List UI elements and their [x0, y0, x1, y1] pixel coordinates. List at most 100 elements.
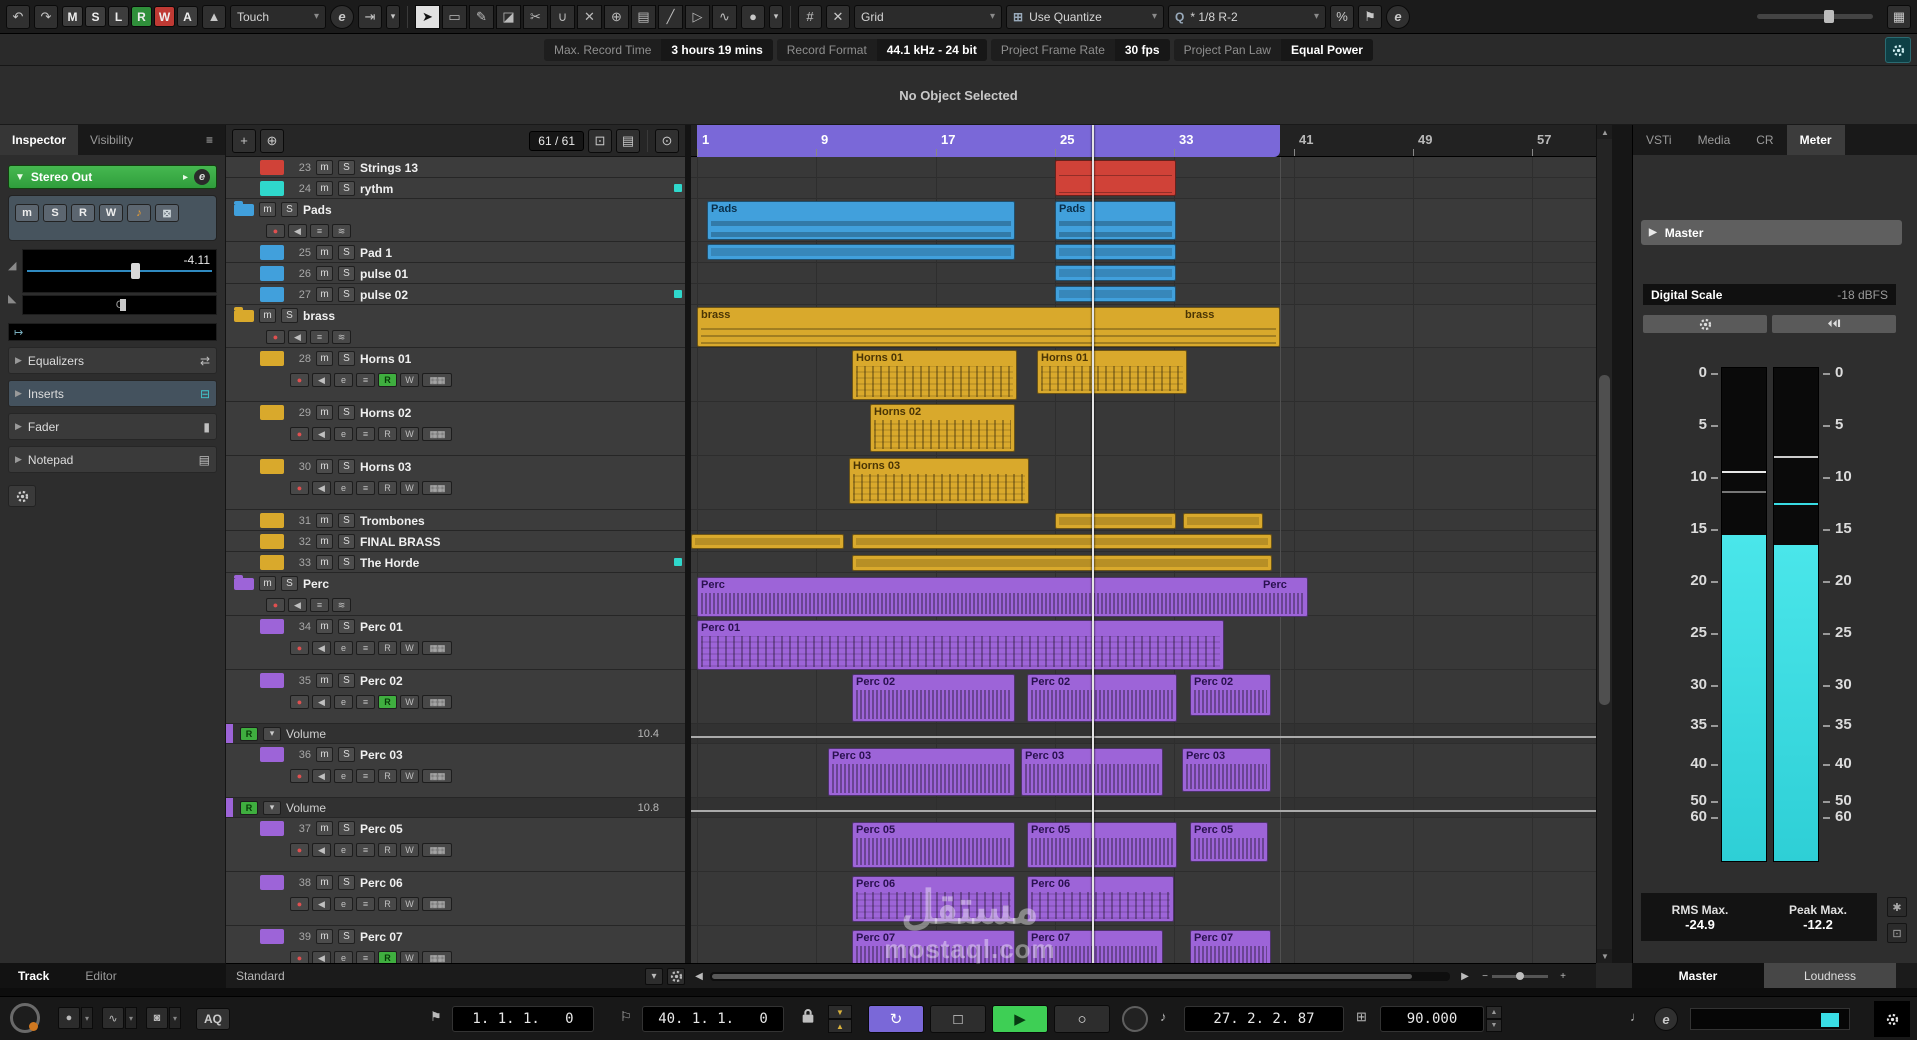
- read-button[interactable]: R: [378, 843, 397, 857]
- solo-button[interactable]: S: [338, 929, 355, 944]
- track-perc-01[interactable]: 34 m S Perc 01 ● ◀ e ≡ R W ▦▦: [226, 616, 685, 670]
- write-button[interactable]: W: [400, 373, 419, 387]
- scroll-right-icon[interactable]: ▶: [1456, 968, 1474, 985]
- playhead[interactable]: [1092, 125, 1094, 963]
- lanes-button[interactable]: ≡: [356, 769, 375, 783]
- record-arm-button[interactable]: ●: [290, 481, 309, 495]
- automation-panel-icon[interactable]: ▲: [202, 4, 226, 29]
- solo-button[interactable]: S: [338, 181, 355, 196]
- track-preset-label[interactable]: Standard: [236, 969, 285, 983]
- mute-button[interactable]: m: [316, 245, 333, 260]
- edit-button[interactable]: e: [334, 373, 353, 387]
- spin-up-icon[interactable]: ▲: [1486, 1006, 1502, 1019]
- mute-button[interactable]: m: [259, 202, 276, 217]
- track-horns-03[interactable]: 30 m S Horns 03 ● ◀ e ≡ R W ▦▦: [226, 456, 685, 510]
- monitor-button[interactable]: ◀: [288, 598, 307, 612]
- record-arm-button[interactable]: ●: [266, 330, 285, 344]
- solo-button[interactable]: S: [338, 405, 355, 420]
- track-perc-02[interactable]: 35 m S Perc 02 ● ◀ e ≡ R W ▦▦: [226, 670, 685, 724]
- mute-button[interactable]: m: [316, 405, 333, 420]
- tempo-grid-icon[interactable]: ⊞: [1356, 1009, 1367, 1025]
- toolbar-state-w-button[interactable]: W: [154, 6, 175, 27]
- pan-control[interactable]: C: [22, 295, 217, 315]
- track-pulse-02[interactable]: 27 m Spulse 02: [226, 284, 685, 305]
- input-transform-button[interactable]: ▦▦: [422, 951, 452, 963]
- input-transform-button[interactable]: ▦▦: [422, 427, 452, 441]
- mute-button[interactable]: m: [316, 555, 333, 570]
- horizontal-scroll-thumb[interactable]: [712, 974, 1412, 979]
- color-tool-icon[interactable]: ●: [741, 4, 765, 29]
- tool-button-9[interactable]: ╱: [658, 4, 683, 29]
- cycle-button[interactable]: ↻: [868, 1005, 924, 1033]
- monitor-button[interactable]: ◀: [288, 224, 307, 238]
- tempo-spinner[interactable]: ▲ ▼: [1486, 1006, 1502, 1032]
- tool-button-5[interactable]: ∪: [550, 4, 575, 29]
- clip-perc-05-25[interactable]: Perc 05: [852, 822, 1015, 868]
- write-button[interactable]: W: [400, 695, 419, 709]
- mute-button[interactable]: m: [316, 534, 333, 549]
- monitor-button[interactable]: ◀: [288, 330, 307, 344]
- channel-header[interactable]: ▼ Stereo Out ▸ e: [8, 165, 217, 189]
- write-button[interactable]: W: [400, 951, 419, 963]
- toolbar-state-m-button[interactable]: M: [62, 6, 83, 27]
- clip-perc-05-26[interactable]: Perc 05: [1027, 822, 1177, 868]
- lanes-button[interactable]: ≡: [356, 481, 375, 495]
- write-button[interactable]: W: [400, 427, 419, 441]
- write-button[interactable]: W: [99, 204, 123, 222]
- lanes-button[interactable]: ≡: [356, 695, 375, 709]
- right-locator-display[interactable]: 40. 1. 1. 0: [642, 1006, 784, 1032]
- ramp-button[interactable]: ≋: [332, 224, 351, 238]
- mute-button[interactable]: m: [259, 308, 276, 323]
- clip-perc-07-30[interactable]: Perc 07: [852, 930, 1015, 963]
- clip-event-5[interactable]: [1055, 265, 1176, 281]
- lanes-button[interactable]: ≡: [356, 641, 375, 655]
- pan-thumb[interactable]: [119, 299, 126, 311]
- meter-scale-bar[interactable]: Digital Scale -18 dBFS: [1643, 284, 1896, 305]
- snap-type-icon[interactable]: ✕: [826, 4, 850, 29]
- spin-down-icon[interactable]: ▼: [1486, 1019, 1502, 1032]
- track-trombones[interactable]: 31 m S Trombones: [226, 510, 685, 531]
- input-transform-button[interactable]: ▦▦: [422, 769, 452, 783]
- clip-perc-02-19[interactable]: Perc 02: [852, 674, 1015, 722]
- solo-button[interactable]: S: [281, 202, 298, 217]
- inspector-section-notepad[interactable]: ▶ Notepad ▤: [8, 446, 217, 473]
- color-caret-icon[interactable]: ▾: [769, 4, 783, 29]
- volume-slider[interactable]: -4.11: [22, 249, 217, 293]
- track-pads[interactable]: m S Pads ● ◀ ≡ ≋: [226, 199, 685, 242]
- track-pulse-01[interactable]: 26 m Spulse 01: [226, 263, 685, 284]
- edit-button[interactable]: e: [334, 481, 353, 495]
- auto-quantize-button[interactable]: AQ: [196, 1008, 230, 1030]
- bottom-tab-loudness[interactable]: Loudness: [1764, 963, 1896, 988]
- zoom-slider[interactable]: [1492, 972, 1548, 980]
- solo-button[interactable]: S: [338, 287, 355, 302]
- edit-channel-icon[interactable]: e: [194, 169, 210, 185]
- punch-out-icon[interactable]: ▲: [828, 1019, 852, 1033]
- mute-button[interactable]: m: [316, 929, 333, 944]
- inspector-menu-icon[interactable]: ≡: [194, 125, 225, 155]
- scroll-left-icon[interactable]: ◀: [690, 968, 708, 985]
- automation-read-button[interactable]: R: [240, 800, 258, 815]
- read-button[interactable]: R: [378, 951, 397, 963]
- write-button[interactable]: W: [400, 843, 419, 857]
- clip-horns-02-10[interactable]: Horns 02: [870, 404, 1015, 452]
- left-locator-flag-icon[interactable]: ⚑: [430, 1009, 442, 1025]
- toolbar-state-s-button[interactable]: S: [85, 6, 106, 27]
- output-routing-field[interactable]: ↦: [8, 323, 217, 341]
- midi-record-mode-dropdown[interactable]: ◙ ▾: [146, 1007, 181, 1029]
- track-perc-05[interactable]: 37 m S Perc 05 ● ◀ e ≡ R W ▦▦: [226, 818, 685, 872]
- read-button[interactable]: R: [378, 769, 397, 783]
- inspector-section-inserts[interactable]: ▶ Inserts ⊟: [8, 380, 217, 407]
- track-perc-06[interactable]: 38 m S Perc 06 ● ◀ e ≡ R W ▦▦: [226, 872, 685, 926]
- mute-button[interactable]: m: [316, 875, 333, 890]
- clip-perc-07-32[interactable]: Perc 07: [1190, 930, 1271, 963]
- horizontal-scrollbar[interactable]: [710, 972, 1450, 981]
- grid-type-dropdown[interactable]: Grid ▾: [854, 4, 1002, 29]
- track-horns-01[interactable]: 28 m S Horns 01 ● ◀ e ≡ R W ▦▦: [226, 348, 685, 402]
- clip-pads-2[interactable]: Pads: [1055, 201, 1176, 240]
- metronome-icon[interactable]: ♩: [1630, 1009, 1643, 1024]
- event-display[interactable]: Pads Pads brass brass Horns 01 Horns 01 Horns …: [691, 157, 1596, 963]
- clip-event-15[interactable]: [852, 534, 1272, 549]
- lock-icon[interactable]: [800, 1007, 816, 1028]
- monitor-button[interactable]: ◀: [312, 481, 331, 495]
- mute-button[interactable]: m: [316, 673, 333, 688]
